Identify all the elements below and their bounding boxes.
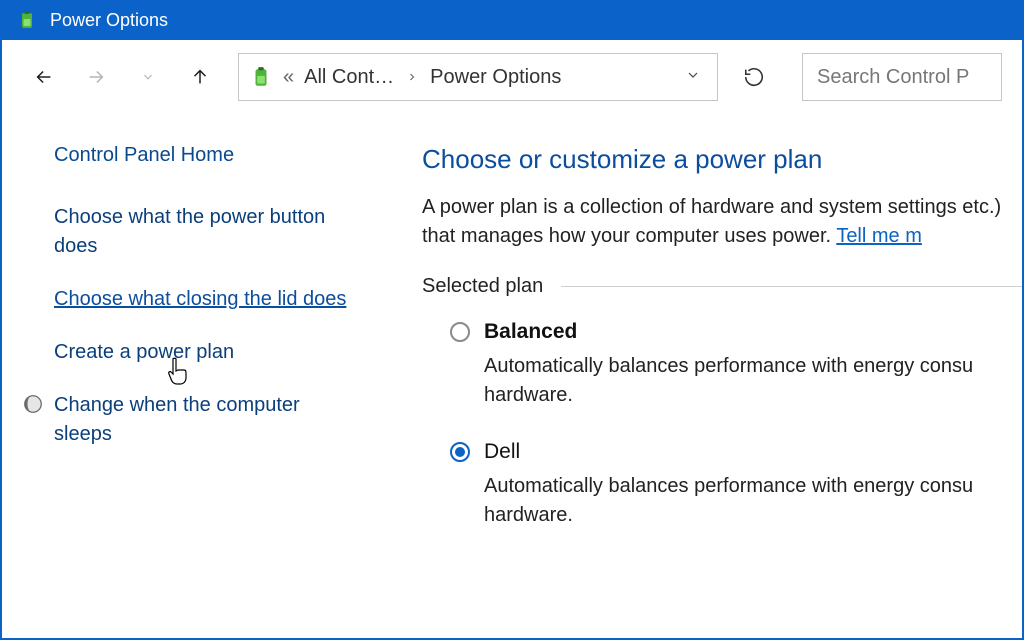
page-description: A power plan is a collection of hardware… [422,193,1022,251]
sidebar-link-create-plan[interactable]: Create a power plan [54,338,362,367]
sidebar: Control Panel Home Choose what the power… [2,144,392,560]
section-selected-plan: Selected plan [422,275,1022,298]
control-panel-home-link[interactable]: Control Panel Home [54,144,362,167]
refresh-button[interactable] [732,55,776,99]
plan-name-dell[interactable]: Dell [484,440,520,464]
radio-balanced[interactable] [450,322,470,342]
plan-balanced: Balanced Automatically balances performa… [422,320,1022,410]
nav-toolbar: « All Cont… Power Options Search Control… [2,40,1022,114]
divider [561,286,1022,287]
main-content: Choose or customize a power plan A power… [392,144,1022,560]
window-title: Power Options [50,10,168,31]
tell-me-more-link[interactable]: Tell me m [836,225,922,247]
battery-icon [16,9,38,31]
search-input[interactable]: Search Control P [802,53,1002,101]
address-dropdown[interactable] [679,66,707,89]
battery-icon [249,65,273,89]
search-placeholder: Search Control P [817,66,969,89]
recent-dropdown[interactable] [126,55,170,99]
breadcrumb-segment-2[interactable]: Power Options [430,66,561,89]
section-label: Selected plan [422,275,543,298]
sidebar-link-power-button[interactable]: Choose what the power button does [54,203,362,261]
plan-dell: Dell Automatically balances performance … [422,440,1022,530]
moon-icon [22,393,44,421]
plan-desc-balanced: Automatically balances performance with … [484,352,1022,410]
up-button[interactable] [178,55,222,99]
sidebar-link-sleeps[interactable]: Change when the computer sleeps [54,391,362,449]
page-heading: Choose or customize a power plan [422,144,1022,175]
sidebar-link-closing-lid[interactable]: Choose what closing the lid does [54,285,362,314]
address-bar[interactable]: « All Cont… Power Options [238,53,718,101]
plan-name-balanced[interactable]: Balanced [484,320,577,344]
breadcrumb-segment-1[interactable]: All Cont… [304,66,394,89]
plan-desc-dell: Automatically balances performance with … [484,472,1022,530]
back-button[interactable] [22,55,66,99]
radio-dell[interactable] [450,442,470,462]
chevron-right-icon[interactable] [404,66,420,89]
forward-button[interactable] [74,55,118,99]
titlebar: Power Options [2,0,1022,40]
breadcrumb-lead: « [283,66,294,89]
